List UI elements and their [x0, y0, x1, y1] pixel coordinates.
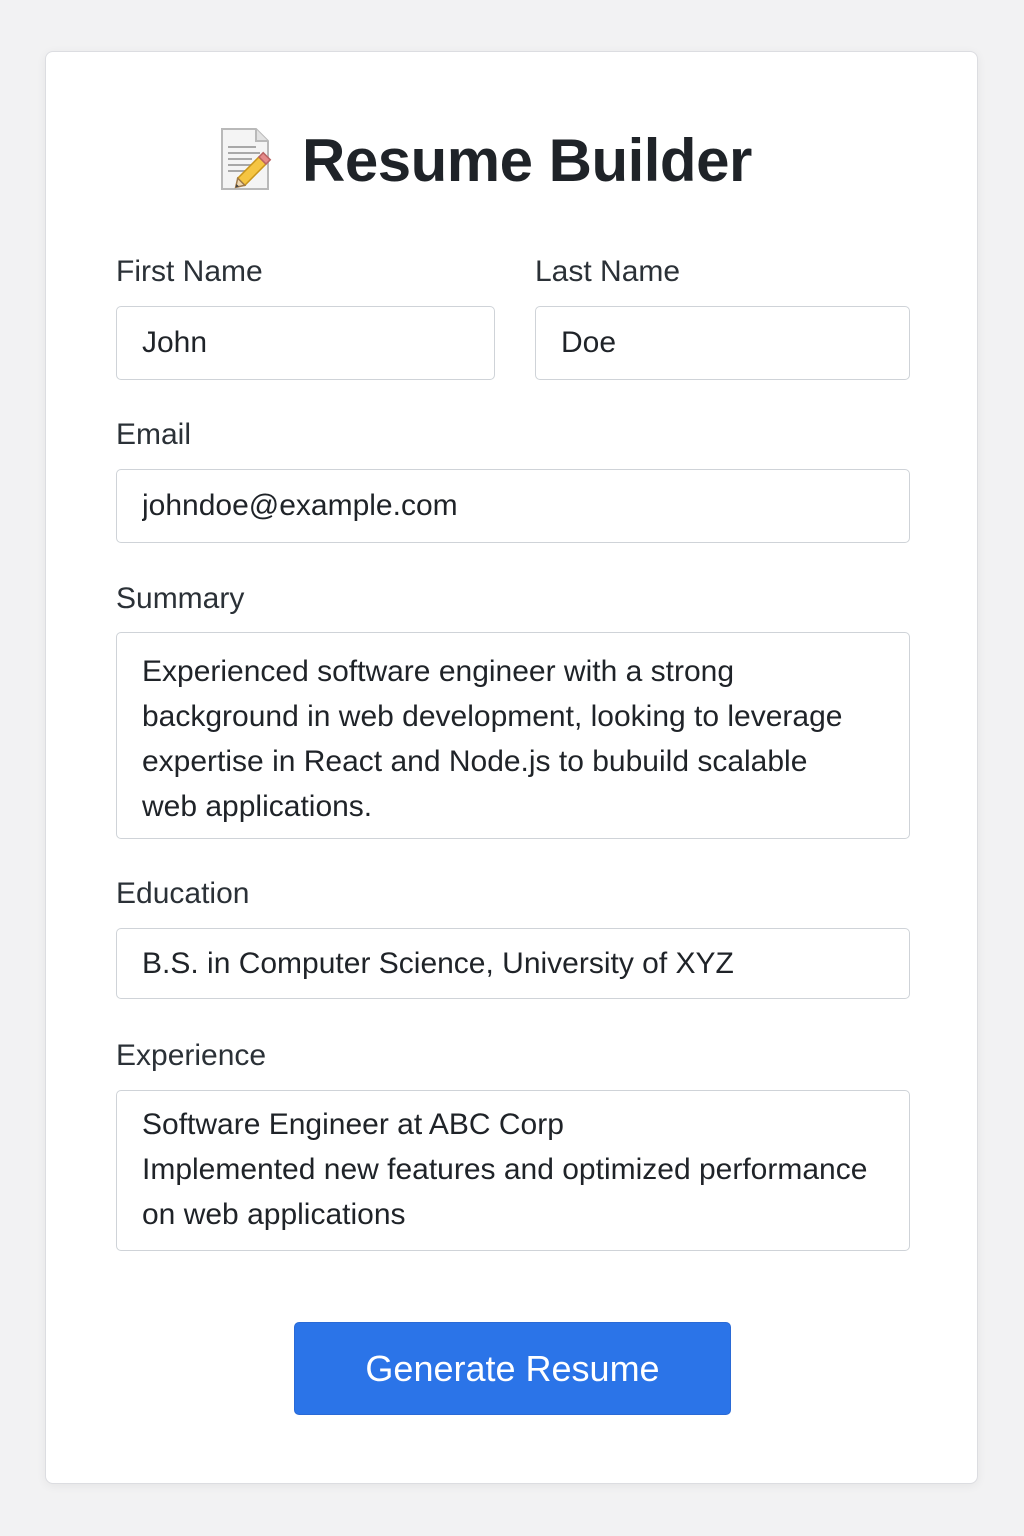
experience-label: Experience: [116, 1039, 267, 1072]
header: Resume Builder: [216, 120, 752, 200]
last-name-input[interactable]: [535, 306, 910, 380]
summary-label: Summary: [116, 582, 245, 615]
generate-resume-button[interactable]: Generate Resume: [294, 1322, 731, 1415]
last-name-label: Last Name: [535, 255, 681, 288]
page-title: Resume Builder: [302, 126, 752, 194]
education-label: Education: [116, 877, 250, 910]
email-input[interactable]: [116, 469, 910, 543]
experience-textarea[interactable]: Software Engineer at ABC Corp Implemente…: [116, 1090, 910, 1251]
document-pencil-icon: [216, 125, 276, 195]
first-name-label: First Name: [116, 255, 263, 288]
resume-form-card: Resume Builder First Name Last Name Emai…: [45, 51, 978, 1484]
education-input[interactable]: [116, 928, 910, 999]
first-name-input[interactable]: [116, 306, 495, 380]
summary-textarea[interactable]: Experienced software engineer with a str…: [116, 632, 910, 839]
email-label: Email: [116, 418, 192, 451]
